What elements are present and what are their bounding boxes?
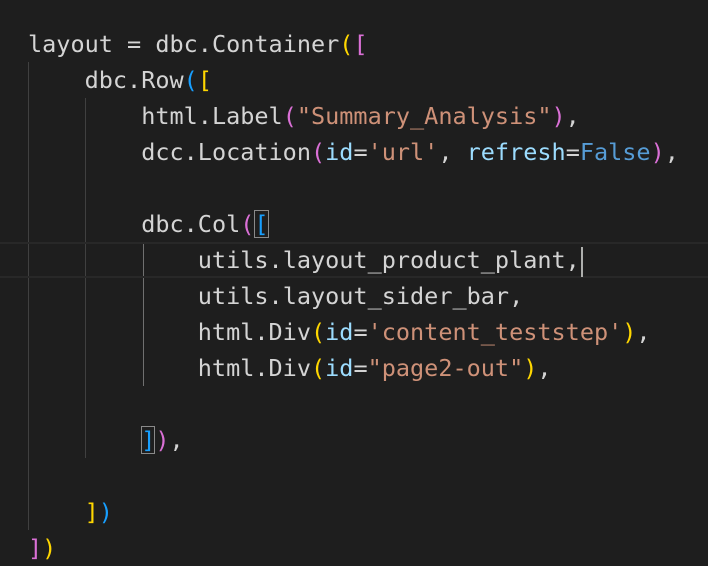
code-line[interactable]: ]) bbox=[0, 494, 708, 530]
code-token: dcc bbox=[141, 138, 184, 166]
code-token: ( bbox=[240, 210, 255, 238]
code-line[interactable]: dcc.Location(id='url', refresh=False), bbox=[0, 134, 708, 170]
code-token: 'url' bbox=[367, 138, 439, 166]
code-token: . bbox=[197, 102, 212, 130]
code-token: utils bbox=[197, 246, 269, 274]
code-token: html bbox=[197, 354, 255, 382]
code-token: Container bbox=[211, 30, 340, 58]
code-token: ) bbox=[622, 318, 637, 346]
code-token: , bbox=[565, 246, 580, 274]
code-token: id bbox=[325, 138, 354, 166]
code-token: "page2-out" bbox=[367, 354, 524, 382]
code-token: . bbox=[268, 246, 283, 274]
code-editor[interactable]: layout = dbc.Container([ dbc.Row([ html.… bbox=[0, 0, 708, 566]
code-token: , bbox=[438, 138, 467, 166]
code-token: False bbox=[579, 138, 651, 166]
code-line[interactable] bbox=[0, 386, 708, 422]
code-line[interactable]: ]) bbox=[0, 530, 708, 566]
code-token: . bbox=[268, 282, 283, 310]
code-token: ) bbox=[551, 102, 566, 130]
code-line[interactable]: utils.layout_sider_bar, bbox=[0, 278, 708, 314]
code-token: layout_product_plant bbox=[282, 246, 566, 274]
code-token: 'content_teststep' bbox=[367, 318, 623, 346]
code-token: Div bbox=[268, 318, 311, 346]
code-token: ( bbox=[282, 102, 297, 130]
code-line[interactable]: layout = dbc.Container([ bbox=[0, 26, 708, 62]
code-token: refresh bbox=[466, 138, 566, 166]
code-token: ) bbox=[42, 534, 57, 562]
code-token: utils bbox=[197, 282, 269, 310]
code-token: . bbox=[183, 210, 198, 238]
code-token: html bbox=[197, 318, 255, 346]
code-token: "Summary_Analysis" bbox=[296, 102, 552, 130]
code-token: Row bbox=[141, 66, 184, 94]
code-token: ( bbox=[310, 138, 326, 166]
code-token: = bbox=[565, 138, 580, 166]
code-token: = bbox=[112, 30, 156, 58]
code-token: layout bbox=[28, 30, 113, 58]
code-token: html bbox=[141, 102, 198, 130]
code-token: ( bbox=[339, 30, 354, 58]
code-token: , bbox=[537, 354, 552, 382]
code-token: , bbox=[664, 138, 679, 166]
code-token: . bbox=[254, 318, 269, 346]
code-line[interactable]: dbc.Col([ bbox=[0, 206, 708, 242]
text-cursor bbox=[580, 246, 583, 277]
code-token: , bbox=[565, 102, 580, 130]
code-token: id bbox=[325, 318, 354, 346]
code-token: ( bbox=[310, 354, 326, 382]
code-line[interactable]: html.Div(id='content_teststep'), bbox=[0, 314, 708, 350]
code-token: . bbox=[254, 354, 269, 382]
code-line[interactable]: dbc.Row([ bbox=[0, 62, 708, 98]
code-token: ] bbox=[141, 426, 156, 454]
code-line[interactable] bbox=[0, 170, 708, 206]
code-token: Location bbox=[197, 138, 311, 166]
code-line-current[interactable]: utils.layout_product_plant, bbox=[0, 242, 708, 278]
code-token: , bbox=[509, 282, 524, 310]
code-token: [ bbox=[254, 210, 269, 238]
code-token: Div bbox=[268, 354, 311, 382]
code-token: ) bbox=[523, 354, 538, 382]
code-token: dbc bbox=[141, 210, 184, 238]
code-line[interactable] bbox=[0, 458, 708, 494]
code-token: , bbox=[169, 426, 184, 454]
code-token: . bbox=[197, 30, 212, 58]
code-token: ( bbox=[183, 66, 198, 94]
code-token: id bbox=[325, 354, 354, 382]
code-token: . bbox=[127, 66, 142, 94]
code-token: = bbox=[353, 354, 368, 382]
code-token: Col bbox=[197, 210, 241, 238]
code-token: [ bbox=[353, 30, 368, 58]
code-line[interactable]: ]), bbox=[0, 422, 708, 458]
code-token: ) bbox=[155, 426, 170, 454]
code-token: ) bbox=[98, 498, 113, 526]
code-token: [ bbox=[197, 66, 212, 94]
code-token: dbc bbox=[155, 30, 198, 58]
code-token: ] bbox=[84, 498, 99, 526]
code-token: dbc bbox=[84, 66, 128, 94]
code-line[interactable]: html.Label("Summary_Analysis"), bbox=[0, 98, 708, 134]
code-token: ) bbox=[650, 138, 665, 166]
code-token: ] bbox=[28, 534, 43, 562]
code-token: , bbox=[636, 318, 651, 346]
code-token: . bbox=[183, 138, 198, 166]
code-token: ( bbox=[310, 318, 326, 346]
code-token: layout_sider_bar bbox=[282, 282, 510, 310]
code-line[interactable]: html.Div(id="page2-out"), bbox=[0, 350, 708, 386]
code-token: Label bbox=[211, 102, 283, 130]
code-token: = bbox=[353, 138, 368, 166]
code-token: = bbox=[353, 318, 368, 346]
